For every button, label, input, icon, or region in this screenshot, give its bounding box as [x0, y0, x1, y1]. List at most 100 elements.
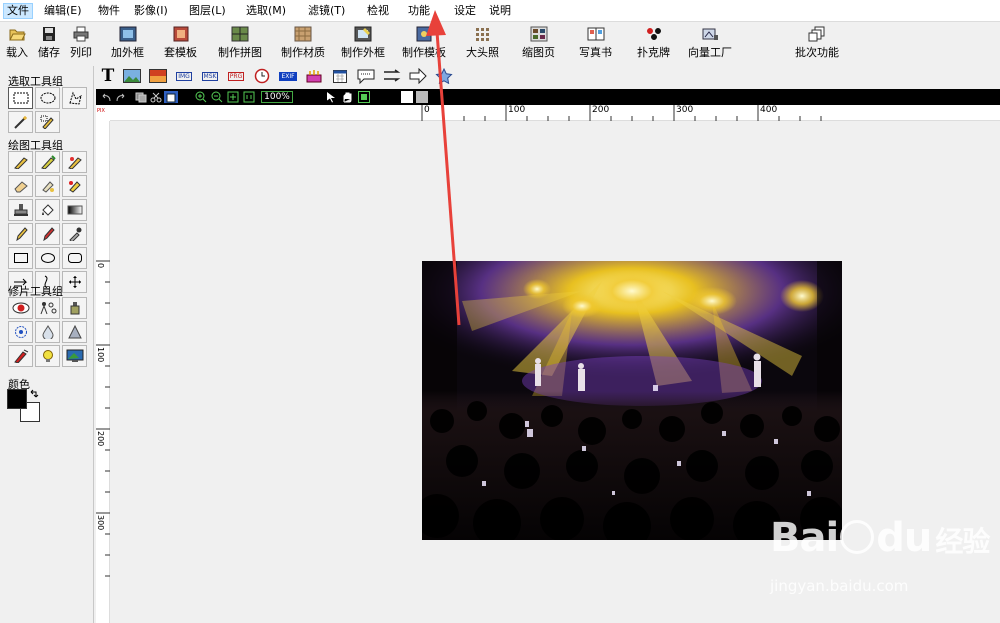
menu-view[interactable]: 检视: [367, 4, 389, 18]
headshot-button[interactable]: 大头照: [466, 26, 499, 60]
view-mode-white-button[interactable]: [401, 91, 413, 103]
poker-button[interactable]: 扑克牌: [637, 26, 670, 60]
hand-button[interactable]: [340, 91, 354, 103]
undo-button[interactable]: [99, 91, 113, 103]
redo-button[interactable]: [114, 91, 128, 103]
make-texture-button[interactable]: 制作材质: [281, 26, 325, 60]
paint-brush-tool[interactable]: [8, 151, 33, 173]
clone-brush-tool[interactable]: [62, 175, 87, 197]
fill-bucket-tool[interactable]: [35, 199, 60, 221]
apply-template-button[interactable]: 套模板: [164, 26, 197, 60]
load-label: 载入: [6, 46, 28, 59]
gradient-tool[interactable]: [62, 199, 87, 221]
save-disk-icon: [43, 27, 55, 41]
text-tool-button[interactable]: T: [98, 66, 118, 86]
menu-settings[interactable]: 设定: [454, 4, 476, 18]
calendar-button[interactable]: [330, 67, 350, 85]
select-object-button[interactable]: [358, 91, 370, 103]
watermark-logo-cn: 经验: [935, 525, 990, 558]
menu-image[interactable]: 影像(I): [134, 4, 168, 18]
add-frame-button[interactable]: 加外框: [111, 26, 144, 60]
foreground-color-swatch[interactable]: [7, 389, 27, 409]
smudge-tool[interactable]: [35, 175, 60, 197]
rectangle-shape-tool[interactable]: [8, 247, 33, 269]
dodge-burn-tool[interactable]: [8, 345, 33, 367]
copy-button[interactable]: [134, 91, 148, 103]
menu-select[interactable]: 选取(M): [246, 4, 286, 18]
star-icon: [435, 68, 453, 84]
vector-factory-button[interactable]: 向量工厂: [688, 26, 732, 60]
img-layer-button[interactable]: IMG: [174, 67, 194, 85]
concert-photo[interactable]: [422, 261, 842, 540]
menu-layer[interactable]: 图层(L): [189, 4, 226, 18]
load-button[interactable]: 载入: [6, 26, 28, 60]
insert-image-button[interactable]: [122, 67, 142, 85]
batch-button[interactable]: 批次功能: [795, 26, 839, 60]
photo-book-button[interactable]: 写真书: [579, 26, 612, 60]
monitor-tool[interactable]: [62, 345, 87, 367]
sharpen-tool[interactable]: [62, 297, 87, 319]
line-tool-button[interactable]: [382, 67, 402, 85]
magic-wand-tool[interactable]: [8, 111, 33, 133]
exif-button[interactable]: EXIF: [278, 67, 298, 85]
blur-tool[interactable]: [35, 321, 60, 343]
cake-button[interactable]: [304, 67, 324, 85]
rect-marquee-icon: [13, 92, 28, 104]
red-eye-tool[interactable]: [8, 297, 33, 319]
cut-button[interactable]: [149, 91, 163, 103]
zoom-level-display[interactable]: 100%: [261, 91, 293, 103]
move-tool[interactable]: [62, 271, 87, 293]
menu-function[interactable]: 功能: [408, 4, 430, 18]
save-button[interactable]: 储存: [38, 26, 60, 60]
ellipse-shape-tool[interactable]: [35, 247, 60, 269]
paste-button[interactable]: [164, 91, 178, 103]
fit-window-button[interactable]: [226, 91, 240, 103]
eyedropper-tool[interactable]: [62, 223, 87, 245]
zoom-out-button[interactable]: [210, 91, 224, 103]
eraser-tool[interactable]: [8, 175, 33, 197]
menu-help[interactable]: 说明: [489, 4, 511, 18]
pencil-brush-tool[interactable]: [35, 151, 60, 173]
star-shape-button[interactable]: [434, 67, 454, 85]
menu-edit[interactable]: 编辑(E): [44, 4, 82, 18]
rect-select-tool[interactable]: [8, 87, 33, 109]
swap-colors-icon[interactable]: [29, 389, 39, 399]
insert-sunset-button[interactable]: [148, 67, 168, 85]
make-template-button[interactable]: 制作模板: [402, 26, 446, 60]
lasso-icon: [68, 91, 82, 105]
ellipse-select-tool[interactable]: [35, 87, 60, 109]
make-puzzle-button[interactable]: 制作拼图: [218, 26, 262, 60]
actual-size-button[interactable]: [242, 91, 256, 103]
rounded-rect-tool[interactable]: [62, 247, 87, 269]
menu-filter[interactable]: 滤镜(T): [308, 4, 345, 18]
watermark-logo: Bai du 经验: [770, 515, 990, 561]
brush-select-tool[interactable]: [35, 111, 60, 133]
make-frame-button[interactable]: 制作外框: [341, 26, 385, 60]
pencil-brush-icon: [40, 155, 56, 169]
pencil-tool[interactable]: [8, 223, 33, 245]
prg-layer-button[interactable]: PRG: [226, 67, 246, 85]
print-button[interactable]: 列印: [70, 26, 92, 60]
menu-object[interactable]: 物件: [98, 4, 120, 18]
stamp-tool[interactable]: [8, 199, 33, 221]
arrow-shape-button[interactable]: [408, 67, 428, 85]
airbrush-tool[interactable]: [62, 151, 87, 173]
sponge-tool[interactable]: [8, 321, 33, 343]
clock-button[interactable]: [252, 67, 272, 85]
cut-person-tool[interactable]: [35, 297, 60, 319]
img-badge: IMG: [176, 71, 192, 81]
pointer-button[interactable]: [324, 91, 338, 103]
zoom-in-button[interactable]: [194, 91, 208, 103]
lasso-select-tool[interactable]: [62, 87, 87, 109]
menu-file[interactable]: 文件: [3, 3, 33, 19]
eyedropper-icon: [68, 227, 81, 241]
speech-bubble-button[interactable]: [356, 67, 376, 85]
smudge-icon: [41, 181, 54, 193]
view-mode-gray-button[interactable]: [416, 91, 428, 103]
paw-icon: [840, 520, 875, 554]
thumbnail-page-button[interactable]: 缩图页: [522, 26, 555, 60]
sharpen-cone-tool[interactable]: [62, 321, 87, 343]
msk-layer-button[interactable]: MSK: [200, 67, 220, 85]
brightness-tool[interactable]: [35, 345, 60, 367]
marker-tool[interactable]: [35, 223, 60, 245]
